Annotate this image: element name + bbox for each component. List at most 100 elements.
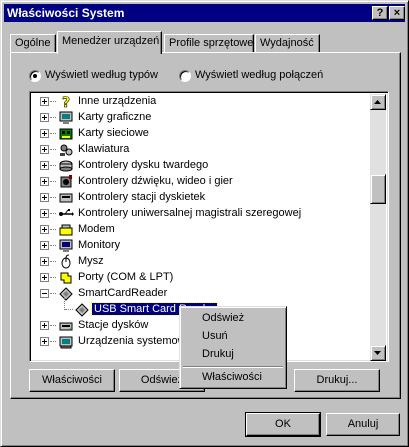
menu-item-print[interactable]: Drukuj: [202, 348, 234, 360]
help-button[interactable]: ?: [372, 6, 388, 20]
tab-label: Profile sprzętowe: [169, 37, 254, 49]
tree-connector: [50, 197, 56, 198]
system-device-icon: [59, 336, 73, 349]
usb-icon: [59, 209, 74, 216]
expand-icon[interactable]: [40, 97, 49, 106]
button-label: OK: [275, 418, 291, 430]
tree-category-item[interactable]: Modem: [30, 222, 370, 238]
tree-category-item[interactable]: Kontrolery uniwersalnej magistrali szere…: [30, 206, 370, 222]
tree-item-label: Modem: [78, 223, 115, 235]
tree-connector: [50, 325, 56, 326]
tree-category-item[interactable]: SmartCardReader: [30, 286, 370, 302]
expand-icon[interactable]: [40, 241, 49, 250]
tree-connector: [50, 101, 56, 102]
tree-item-label: Klawiatura: [78, 143, 130, 155]
tree-connector: [50, 341, 56, 342]
network-card-icon: [59, 128, 73, 140]
radio-label: Wyświetl według typów: [45, 69, 158, 81]
tree-category-item[interactable]: Mysz: [30, 254, 370, 270]
arrow-down-icon: [374, 351, 381, 355]
modem-icon: [59, 224, 73, 236]
title-bar[interactable]: Właściwości System ? ×: [4, 4, 405, 22]
scroll-thumb[interactable]: [370, 174, 386, 204]
radio-button[interactable]: [179, 70, 191, 82]
expand-icon[interactable]: [40, 129, 49, 138]
expand-icon[interactable]: [40, 177, 49, 186]
tab-label: Menedżer urządzeń: [62, 35, 160, 47]
expand-icon[interactable]: [40, 321, 49, 330]
cancel-button[interactable]: Anuluj: [326, 413, 400, 436]
button-label: Odśwież: [140, 374, 184, 386]
tree-category-item[interactable]: Monitory: [30, 238, 370, 254]
tree-item-label: Mysz: [78, 255, 104, 267]
vertical-scrollbar[interactable]: [370, 94, 386, 361]
tab-general[interactable]: Ogólne: [10, 34, 56, 53]
context-menu: Odśwież Usuń Drukuj Właściwości: [179, 306, 287, 389]
scroll-up-button[interactable]: [370, 94, 386, 110]
expand-icon[interactable]: [40, 161, 49, 170]
ok-button[interactable]: OK: [245, 412, 321, 437]
expand-icon[interactable]: [40, 145, 49, 154]
tree-item-label: Kontrolery stacji dyskietek: [78, 191, 206, 203]
menu-item-properties[interactable]: Właściwości: [202, 371, 262, 383]
tree-item-label: Porty (COM & LPT): [78, 271, 174, 283]
tab-device-manager[interactable]: Menedżer urządzeń: [57, 31, 162, 54]
scroll-down-button[interactable]: [370, 345, 386, 361]
tree-item-label: SmartCardReader: [78, 287, 168, 299]
tree-item-label: Karty sieciowe: [78, 127, 149, 139]
monitor-icon: [59, 239, 73, 252]
tree-connector: [50, 213, 56, 214]
tree-category-item[interactable]: Kontrolery dźwięku, wideo i gier: [30, 174, 370, 190]
tree-connector: [50, 261, 56, 262]
expand-icon[interactable]: [40, 273, 49, 282]
tree-category-item[interactable]: Porty (COM & LPT): [30, 270, 370, 286]
tab-label: Ogólne: [15, 37, 51, 49]
menu-item-refresh[interactable]: Odśwież: [202, 312, 244, 324]
print-button[interactable]: Drukuj...: [294, 369, 380, 392]
disk-drive-icon: [59, 322, 73, 331]
svg-text:?: ?: [62, 95, 70, 110]
expand-icon[interactable]: [40, 209, 49, 218]
tree-connector: [50, 165, 56, 166]
tree-item-label: Urządzenia systemowe: [78, 335, 192, 347]
tree-item-label: Kontrolery uniwersalnej magistrali szere…: [78, 207, 302, 219]
arrow-up-icon: [374, 100, 381, 104]
tree-item-label: Kontrolery dysku twardego: [78, 159, 209, 171]
tab-hardware-profiles[interactable]: Profile sprzętowe: [164, 34, 254, 53]
tree-category-item[interactable]: Kontrolery stacji dyskietek: [30, 190, 370, 206]
tree-category-item[interactable]: ? Inne urządzenia: [30, 94, 370, 110]
tree-item-label: Stacje dysków: [78, 319, 149, 331]
radio-selected-dot: [33, 74, 37, 78]
tree-category-item[interactable]: Kontrolery dysku twardego: [30, 158, 370, 174]
tree-item-label: Karty graficzne: [78, 111, 152, 123]
expand-icon[interactable]: [40, 193, 49, 202]
expand-icon[interactable]: [40, 337, 49, 346]
tab-label: Wydajność: [260, 37, 314, 49]
tree-connector: [50, 133, 56, 134]
collapse-icon[interactable]: [40, 289, 49, 298]
tree-item-label: Inne urządzenia: [78, 95, 157, 107]
tree-connector: [50, 277, 56, 278]
close-button[interactable]: ×: [389, 6, 405, 20]
expand-icon[interactable]: [40, 113, 49, 122]
mouse-icon: [61, 254, 71, 269]
tree-connector: [50, 117, 56, 118]
tree-category-item[interactable]: Karty graficzne: [30, 110, 370, 126]
tree-connector: [50, 181, 56, 182]
floppy-controller-icon: [59, 193, 73, 203]
tree-item-label: Kontrolery dźwięku, wideo i gier: [78, 175, 233, 187]
menu-item-remove[interactable]: Usuń: [202, 330, 228, 342]
tab-performance[interactable]: Wydajność: [255, 34, 320, 53]
properties-button[interactable]: Właściwości: [29, 369, 115, 392]
smartcard-icon: [75, 303, 89, 317]
radio-button[interactable]: [29, 70, 41, 82]
tree-category-item[interactable]: Karty sieciowe: [30, 126, 370, 142]
tree-category-item[interactable]: Klawiatura: [30, 142, 370, 158]
sound-icon: [60, 175, 72, 188]
expand-icon[interactable]: [40, 257, 49, 266]
display-adapter-icon: [59, 111, 73, 124]
expand-icon[interactable]: [40, 225, 49, 234]
tree-connector: [65, 309, 73, 310]
window-title: Właściwości System: [7, 6, 125, 20]
tree-item-label: Monitory: [78, 239, 121, 251]
